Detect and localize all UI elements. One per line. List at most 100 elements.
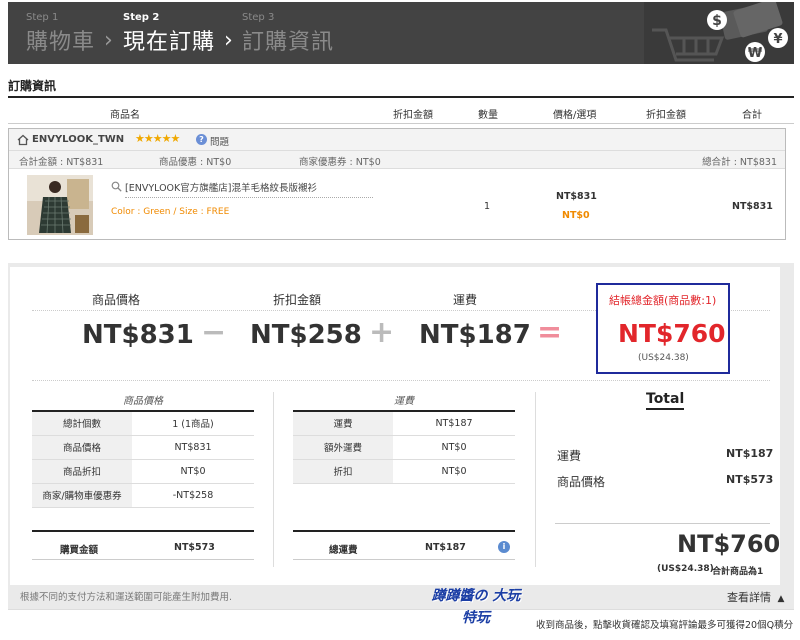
col-discount-2: 折扣金額 [646,110,686,121]
grand-total-usd: (US$24.38) [657,564,714,574]
equals-operator: = [537,315,563,350]
payment-fee-note: 根據不同的支付方法和運送範圍可能產生附加費用. [20,592,233,603]
total-shipping-value: NT$187 [425,542,466,553]
step-2-number: Step 2 [123,12,160,23]
col-quantity: 數量 [478,110,498,121]
shipping-row-value: NT$0 [393,459,515,484]
total-row-label: 運費 [557,449,582,463]
price-row-value: 1 (1商品) [132,411,254,436]
shop-summary-row: 合計金額 : NT$831 商品優惠 : NT$0 商家優惠券 : NT$0 總… [9,151,785,169]
shop-product-discount: 商品優惠 : NT$0 [159,157,232,168]
svg-text:$: $ [712,13,722,29]
shop-block: ENVYLOOK_TWN ★★★★★ ? 問題 合計金額 : NT$831 商品… [8,128,786,240]
price-row-value: NT$0 [132,459,254,484]
shipping-row-value: NT$0 [393,435,515,460]
shop-subtotal: 合計金額 : NT$831 [19,157,104,168]
discount-label: 折扣金額 [273,293,322,307]
help-icon[interactable]: ? [196,134,207,145]
price-breakdown-table: 總計個數 1 (1商品) 商品價格 NT$831 商品折扣 NT$0 商家/購物車優惠… [32,410,254,508]
shipping-row-label: 額外運費 [293,435,393,460]
divider [535,392,536,567]
order-item-row: [ENVYLOOK官方旗艦店]混羊毛格紋長版襯衫 Color : Green /… [9,169,785,239]
review-points-note: 收到商品後，點擊收貨確認及填寫評論最多可獲得20個Q積分 [536,620,794,631]
divider [32,380,770,381]
total-shipping-label: 總運費 [329,545,358,556]
svg-text:¥: ¥ [773,32,782,47]
purchase-amount-label: 購買金額 [60,545,99,556]
purchase-amount-value: NT$573 [174,542,215,553]
step-1[interactable]: Step 1 購物車 [26,12,95,56]
shop-name[interactable]: ENVYLOOK_TWN [32,134,124,145]
checkout-steps-banner: Step 1 購物車 › Step 2 現在訂購 › Step 3 訂購資訊 $… [8,2,794,64]
price-row-label: 商品折扣 [32,459,132,484]
qa-link[interactable]: 問題 [210,134,229,148]
shop-coupon: 商家優惠券 : NT$0 [299,157,381,168]
grand-total-count: 合計商品為1 [712,567,764,577]
price-row-label: 總計個數 [32,411,132,436]
divider [555,523,770,524]
shop-header: ENVYLOOK_TWN ★★★★★ ? 問題 [9,129,785,151]
step-2-title: 現在訂購 [123,30,216,55]
product-name-link[interactable]: [ENVYLOOK官方旗艦店]混羊毛格紋長版襯衫 [125,180,373,198]
total-row-label: 商品價格 [557,475,606,489]
divider [8,609,794,610]
shipping-row-label: 運費 [293,411,393,436]
step-arrow-icon: › [104,28,113,53]
product-option: Color : Green / Size : FREE [111,207,230,217]
product-price-label: 商品價格 [92,293,141,307]
item-price: NT$831 [556,191,597,202]
shipping-row-value: NT$187 [393,411,515,436]
watermark-logo: 蹲蹲醬の 大玩特玩 [431,588,521,626]
step-3-title: 訂購資訊 [242,30,335,55]
shopping-cart-currency-icon: $ ¥ ₩ [644,2,794,64]
price-row-value: NT$831 [132,435,254,460]
step-arrow-icon: › [224,28,233,53]
shipping-value: NT$187 [419,320,531,350]
item-price-discount: NT$0 [562,210,590,221]
total-shipping-row: 總運費 NT$187 i [293,530,515,560]
purchase-amount-row: 購買金額 NT$573 [32,530,254,560]
step-1-number: Step 1 [26,12,59,23]
step-1-title: 購物車 [26,30,96,55]
col-discount: 折扣金額 [393,110,433,121]
product-price-value: NT$831 [82,320,194,350]
col-price-option: 價格/選項 [553,110,597,121]
order-table-header: 商品名 折扣金額 數量 價格/選項 折扣金額 合計 [8,100,794,124]
price-table-heading: 商品價格 [123,396,163,407]
col-product-name: 商品名 [110,110,140,121]
price-row-label: 商品價格 [32,435,132,460]
divider [273,392,274,567]
view-details-link[interactable]: 查看詳情 ▲ [727,589,784,605]
rating-stars-icon: ★★★★★ [135,132,180,145]
info-icon[interactable]: i [498,541,510,553]
product-thumbnail[interactable] [27,175,93,235]
price-row-label: 商家/購物車優惠券 [32,483,132,508]
shipping-breakdown-table: 運費 NT$187 額外運費 NT$0 折扣 NT$0 [293,410,515,484]
item-total: NT$831 [732,201,773,212]
step-3-number: Step 3 [242,12,275,23]
plus-operator: + [369,315,395,350]
col-total: 合計 [742,110,762,121]
checkout-total-value: NT$760 [618,319,726,348]
shop-total: 總合計 : NT$831 [702,157,777,168]
home-icon [17,134,29,146]
grand-total-value: NT$760 [677,530,781,558]
chevron-up-icon: ▲ [777,594,785,604]
checkout-total-label: 結帳總金額(商品數:1) [609,294,717,307]
minus-operator: − [201,315,227,350]
total-heading: Total [646,391,685,410]
item-quantity: 1 [484,201,491,212]
step-3: Step 3 訂購資訊 [242,12,334,56]
search-icon [111,181,122,192]
total-row-value: NT$187 [726,447,774,460]
divider [8,96,794,98]
view-details-label: 查看詳情 [727,591,771,604]
shipping-table-heading: 運費 [394,396,414,407]
shipping-label: 運費 [453,293,478,307]
section-title: 訂購資訊 [8,79,57,93]
discount-value: NT$258 [250,320,362,350]
shipping-row-label: 折扣 [293,459,393,484]
checkout-total-highlight: 結帳總金額(商品數:1) NT$760 (US$24.38) [596,283,730,374]
checkout-total-usd: (US$24.38) [638,353,689,363]
svg-text:₩: ₩ [748,46,763,61]
